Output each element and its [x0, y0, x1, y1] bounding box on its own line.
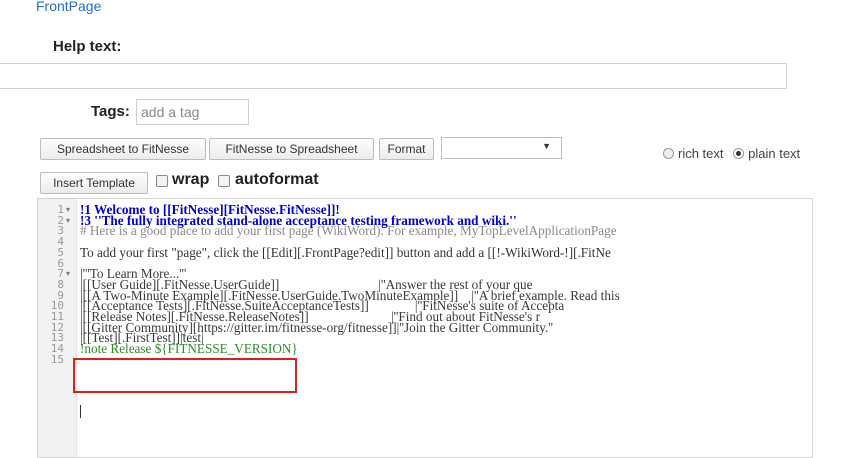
plain-text-label: plain text	[748, 146, 801, 161]
wrap-checkbox[interactable]	[156, 175, 168, 187]
tags-input[interactable]	[136, 99, 249, 125]
breadcrumb-frontpage-link[interactable]: FrontPage	[36, 0, 101, 14]
format-select[interactable]: ▼	[441, 137, 562, 159]
code-line: !note Release ${FITNESSE_VERSION}	[80, 341, 298, 357]
insert-template-button[interactable]: Insert Template	[40, 172, 148, 194]
rich-text-radio[interactable]	[663, 148, 674, 159]
text-cursor	[80, 405, 81, 418]
rich-text-label: rich text	[678, 146, 724, 161]
tags-label: Tags:	[91, 103, 130, 120]
help-text-input[interactable]	[0, 63, 787, 89]
spreadsheet-to-fitnesse-button[interactable]: Spreadsheet to FitNesse	[40, 138, 206, 160]
fitnesse-to-spreadsheet-button[interactable]: FitNesse to Spreadsheet	[209, 138, 374, 160]
code-line: # Here is a good place to add your first…	[80, 223, 617, 239]
format-button[interactable]: Format	[379, 138, 434, 160]
fold-toggle-icon[interactable]: ▾	[66, 215, 70, 226]
highlight-box	[73, 358, 297, 393]
autoformat-checkbox[interactable]	[218, 175, 230, 187]
line-number-gutter: 1 ▾ 2 ▾ 3 4 5 6 7 ▾ 8 9 10 11 12 13 14 15	[38, 199, 77, 457]
line-number: 15	[50, 352, 64, 366]
fold-toggle-icon[interactable]: ▾	[66, 204, 70, 215]
wiki-code-editor[interactable]: 1 ▾ 2 ▾ 3 4 5 6 7 ▾ 8 9 10 11 12 13 14 15 !1 Welcome to […	[37, 198, 813, 458]
autoformat-label: autoformat	[235, 171, 319, 188]
chevron-down-icon: ▼	[542, 141, 551, 151]
plain-text-radio[interactable]	[733, 148, 745, 159]
wrap-label: wrap	[172, 171, 210, 188]
editor-mode-group: rich text plain text	[663, 146, 800, 161]
help-text-label: Help text:	[53, 38, 122, 55]
fold-toggle-icon[interactable]: ▾	[66, 268, 70, 279]
code-line: To add your first "page", click the [[Ed…	[80, 244, 611, 260]
